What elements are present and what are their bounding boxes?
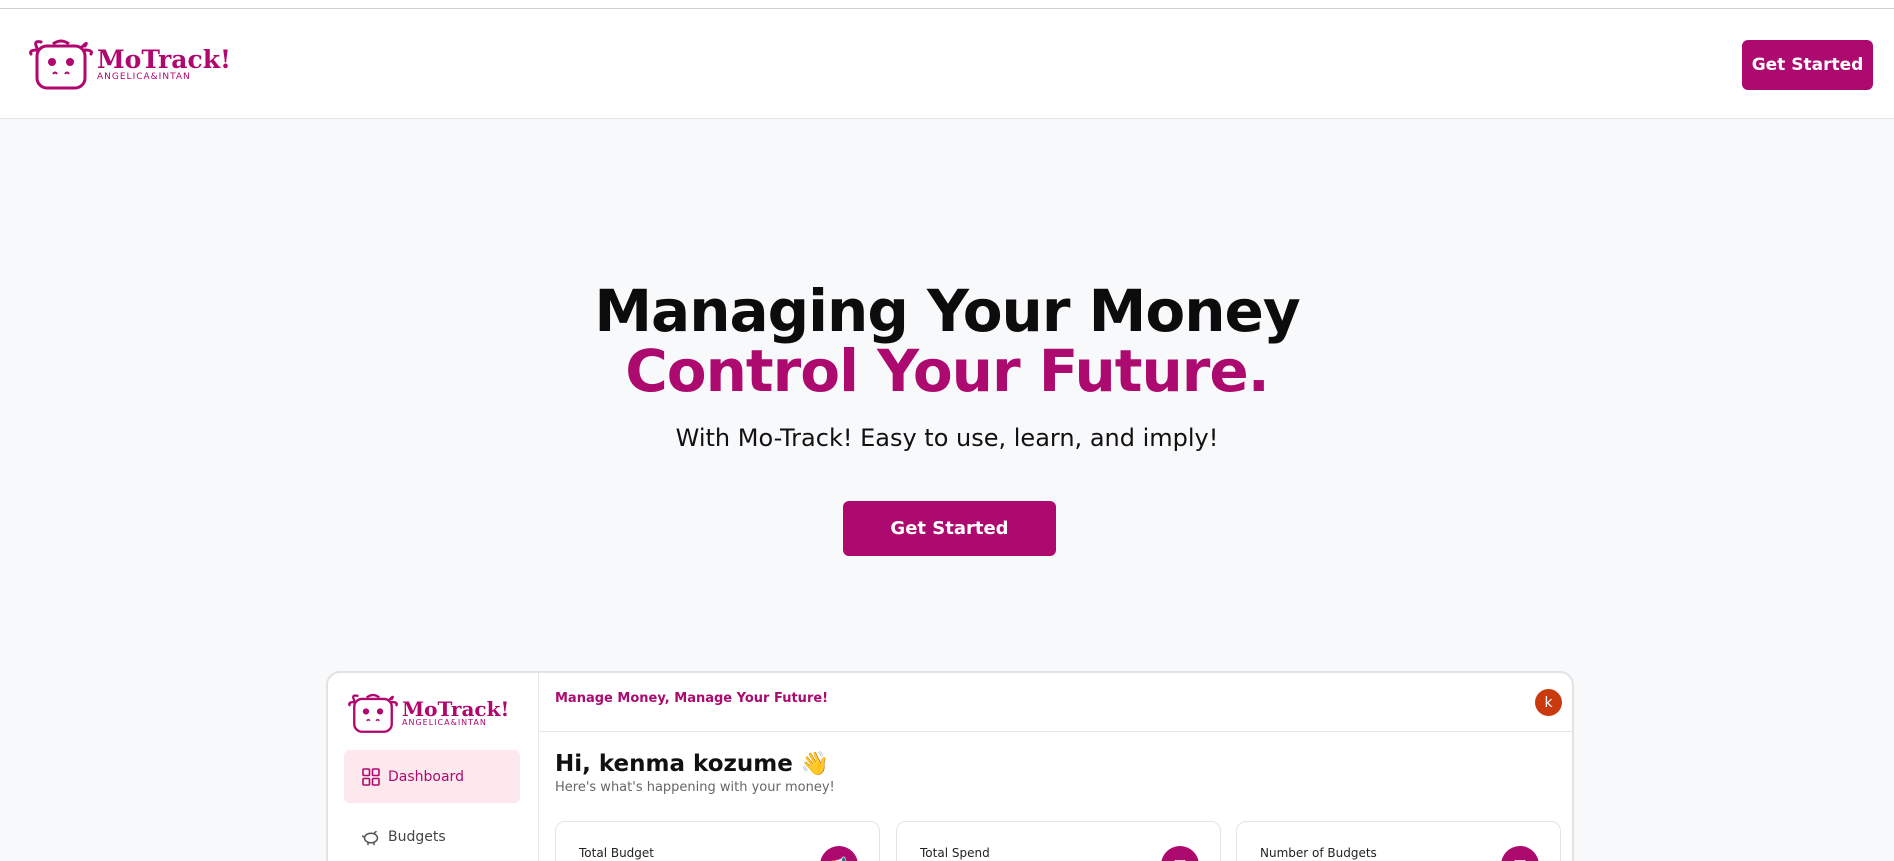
browser-top-edge xyxy=(0,0,1894,9)
greeting-heading: Hi, kenma kozume 👋 xyxy=(555,751,830,777)
preview-logo-subtitle: ANGELICA&INTAN xyxy=(402,718,487,727)
sidebar-item-dashboard[interactable]: Dashboard xyxy=(344,750,520,803)
site-logo[interactable]: MoTrack! ANGELICA&INTAN xyxy=(29,36,231,92)
preview-logo: MoTrack! ANGELICA&INTAN xyxy=(348,691,509,735)
number-of-budgets-label: Number of Budgets xyxy=(1260,846,1377,860)
receipt-icon: ▣ xyxy=(1161,846,1199,861)
piggy-bank-icon xyxy=(362,830,379,845)
total-spend-card: Total Spend ▣ xyxy=(896,821,1221,861)
header-get-started-button[interactable]: Get Started xyxy=(1742,40,1873,90)
sidebar-item-budgets-label: Budgets xyxy=(388,828,446,845)
preview-sidebar: MoTrack! ANGELICA&INTAN Dashboard Budget… xyxy=(328,673,539,861)
grid-icon xyxy=(362,767,380,786)
hero-subtitle: With Mo-Track! Easy to use, learn, and i… xyxy=(675,424,1219,452)
greeting-subtitle: Here's what's happening with your money! xyxy=(555,780,835,795)
number-of-budgets-card: Number of Budgets ▤ xyxy=(1236,821,1561,861)
dashboard-preview: MoTrack! ANGELICA&INTAN Dashboard Budget… xyxy=(326,671,1574,861)
logo-subtitle: ANGELICA&INTAN xyxy=(97,71,191,82)
site-header: MoTrack! ANGELICA&INTAN Get Started xyxy=(0,9,1894,119)
preview-main: Manage Money, Manage Your Future! k Hi, … xyxy=(539,673,1572,861)
hero-title-line2: Control Your Future. xyxy=(625,337,1270,405)
wallet-icon: ▤ xyxy=(1501,846,1539,861)
cow-face-logo-icon xyxy=(348,693,398,733)
preview-tagline: Manage Money, Manage Your Future! xyxy=(555,691,829,706)
total-budget-card: Total Budget 📢 xyxy=(555,821,880,861)
megaphone-icon: 📢 xyxy=(820,846,858,861)
avatar[interactable]: k xyxy=(1535,689,1562,716)
sidebar-item-budgets[interactable]: Budgets xyxy=(344,810,520,861)
cow-face-logo-icon xyxy=(29,39,93,90)
total-budget-label: Total Budget xyxy=(579,846,654,860)
logo-name: MoTrack! xyxy=(97,44,232,74)
total-spend-label: Total Spend xyxy=(920,846,990,860)
preview-logo-name: MoTrack! xyxy=(402,697,510,721)
hero-get-started-button[interactable]: Get Started xyxy=(843,501,1056,556)
preview-topbar: Manage Money, Manage Your Future! k xyxy=(539,673,1572,732)
sidebar-item-dashboard-label: Dashboard xyxy=(388,768,464,785)
